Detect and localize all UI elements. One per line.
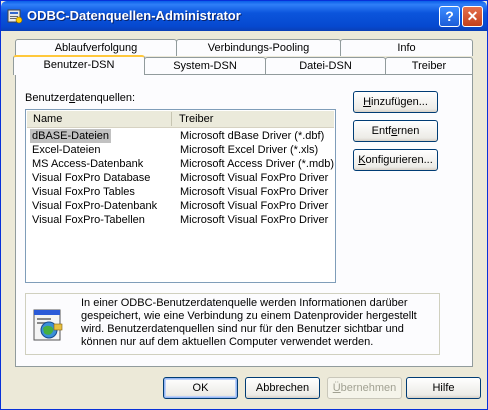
info-text: In einer ODBC-Benutzerdatenquelle werden… bbox=[81, 297, 417, 348]
close-button[interactable]: ✕ bbox=[462, 6, 483, 27]
row-driver: Microsoft dBase Driver (*.dbf) bbox=[180, 130, 325, 142]
list-row-selected[interactable]: dBASE-Dateien Microsoft dBase Driver (*.… bbox=[27, 129, 334, 143]
tab-datei-dsn[interactable]: Datei-DSN bbox=[265, 57, 386, 74]
list-row[interactable]: MS Access-Datenbank Microsoft Access Dri… bbox=[27, 157, 334, 171]
odbc-database-icon bbox=[33, 309, 63, 341]
list-row[interactable]: Visual FoxPro Database Microsoft Visual … bbox=[27, 171, 334, 185]
row-driver: Microsoft Visual FoxPro Driver bbox=[180, 200, 329, 212]
odbc-app-icon bbox=[7, 9, 23, 24]
add-button[interactable]: Hinzufügen... bbox=[353, 91, 438, 113]
list-row[interactable]: Visual FoxPro-Tabellen Microsoft Visual … bbox=[27, 213, 334, 227]
row-name: Visual FoxPro Database bbox=[32, 172, 151, 184]
tab-label: Verbindungs-Pooling bbox=[207, 42, 310, 54]
dialog-window: ODBC-Datenquellen-Administrator ? ✕ Abla… bbox=[0, 0, 488, 410]
tab-benutzer-dsn[interactable]: Benutzer-DSN bbox=[13, 55, 145, 75]
tab-label: Treiber bbox=[411, 60, 447, 72]
info-box: In einer ODBC-Benutzerdatenquelle werden… bbox=[25, 293, 440, 355]
row-driver: Microsoft Visual FoxPro Driver bbox=[180, 186, 329, 198]
row-driver: Microsoft Visual FoxPro Driver bbox=[180, 172, 329, 184]
row-name: Excel-Dateien bbox=[32, 144, 101, 156]
tab-label: Datei-DSN bbox=[299, 60, 352, 72]
tab-treiber[interactable]: Treiber bbox=[385, 57, 473, 74]
row-name: Visual FoxPro-Tabellen bbox=[32, 214, 145, 226]
row-driver: Microsoft Excel Driver (*.xls) bbox=[180, 144, 319, 156]
row-name: dBASE-Dateien bbox=[30, 129, 112, 143]
tab-label: System-DSN bbox=[173, 60, 237, 72]
list-header: Name Treiber bbox=[27, 111, 334, 128]
data-sources-label: Benutzerdatenquellen: bbox=[25, 92, 136, 104]
help-button[interactable]: Hilfe bbox=[406, 377, 481, 399]
help-titlebar-button[interactable]: ? bbox=[439, 6, 460, 27]
title-bar[interactable]: ODBC-Datenquellen-Administrator ? ✕ bbox=[1, 1, 487, 31]
ok-button[interactable]: OK bbox=[163, 377, 238, 399]
list-row[interactable]: Visual FoxPro Tables Microsoft Visual Fo… bbox=[27, 185, 334, 199]
window-title: ODBC-Datenquellen-Administrator bbox=[27, 8, 241, 23]
tab-label: Ablaufverfolgung bbox=[54, 42, 138, 54]
list-row[interactable]: Visual FoxPro-Datenbank Microsoft Visual… bbox=[27, 199, 334, 213]
tab-ablaufverfolgung[interactable]: Ablaufverfolgung bbox=[15, 39, 177, 56]
data-sources-list[interactable]: Name Treiber dBASE-Dateien Microsoft dBa… bbox=[25, 109, 336, 283]
row-driver: Microsoft Visual FoxPro Driver bbox=[180, 214, 329, 226]
tab-label: Info bbox=[397, 42, 416, 54]
cancel-button[interactable]: Abbrechen bbox=[245, 377, 320, 399]
apply-button[interactable]: Übernehmen bbox=[327, 377, 402, 399]
tab-verbindungs-pooling[interactable]: Verbindungs-Pooling bbox=[176, 39, 341, 56]
tab-label: Benutzer-DSN bbox=[43, 59, 115, 71]
column-header-name[interactable]: Name bbox=[27, 112, 172, 126]
tab-info[interactable]: Info bbox=[340, 39, 473, 56]
row-driver: Microsoft Access Driver (*.mdb) bbox=[180, 158, 335, 170]
tab-system-dsn[interactable]: System-DSN bbox=[144, 57, 266, 74]
list-row[interactable]: Excel-Dateien Microsoft Excel Driver (*.… bbox=[27, 143, 334, 157]
configure-button[interactable]: Konfigurieren... bbox=[353, 149, 438, 171]
row-name: Visual FoxPro Tables bbox=[32, 186, 135, 198]
column-header-driver[interactable]: Treiber bbox=[173, 112, 334, 126]
row-name: Visual FoxPro-Datenbank bbox=[32, 200, 158, 212]
remove-button[interactable]: Entfernen bbox=[353, 120, 438, 142]
row-name: MS Access-Datenbank bbox=[32, 158, 144, 170]
